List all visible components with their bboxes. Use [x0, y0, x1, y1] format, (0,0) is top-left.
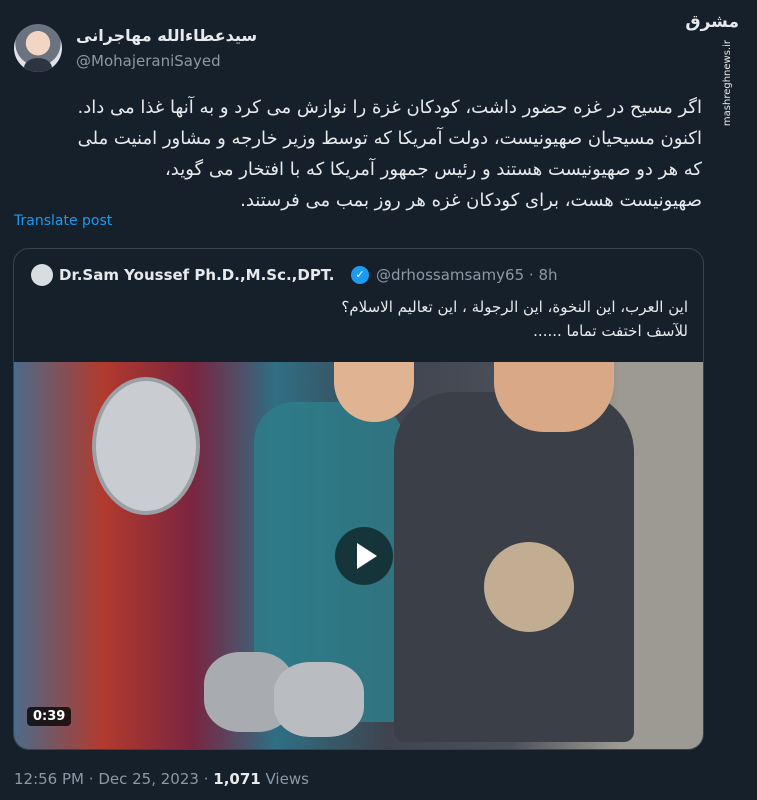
- quoted-text-line: للآسف اختفت تماما ......: [533, 322, 688, 340]
- tweet-text: اگر مسیح در غزه حضور داشت، کودکان غزة را…: [16, 92, 702, 216]
- quoted-text-line: اين العرب، اين النخوة، اين الرجولة ، اين…: [341, 298, 688, 316]
- video-player[interactable]: 0:39: [14, 362, 703, 749]
- video-duration: 0:39: [27, 707, 72, 726]
- teddy-bear-print: [484, 542, 574, 632]
- tweet: سیدعطاءالله مهاجرانی @MohajeraniSayed مش…: [0, 0, 757, 800]
- quoted-post-text: اين العرب، اين النخوة، اين الرجولة ، اين…: [26, 295, 688, 343]
- quoted-post-time[interactable]: 8h: [538, 266, 557, 284]
- pot-image: [274, 662, 364, 737]
- author-name[interactable]: سیدعطاءالله مهاجرانی: [76, 26, 257, 45]
- author-handle[interactable]: @MohajeraniSayed: [76, 52, 221, 70]
- watermark-url: mashreghnews.ir: [722, 40, 733, 127]
- quoted-post[interactable]: Dr.Sam Youssef Ph.D.,M.Sc.,DPT. ✓ @drhos…: [13, 248, 704, 750]
- author-avatar[interactable]: [14, 24, 62, 72]
- meta-separator: ·: [203, 770, 209, 788]
- watermark-logo: مشرق: [685, 12, 739, 32]
- meta-separator: ·: [528, 266, 534, 284]
- post-date[interactable]: Dec 25, 2023: [98, 770, 199, 788]
- tweet-text-line: اگر مسیح در غزه حضور داشت، کودکان غزة را…: [77, 97, 702, 118]
- post-time[interactable]: 12:56 PM: [14, 770, 84, 788]
- views-label: Views: [265, 770, 309, 788]
- watermark: مشرق mashreghnews.ir: [685, 0, 757, 130]
- tweet-text-line: صهیونیست هست، برای کودکان غزه هر روز بمب…: [240, 190, 702, 211]
- play-icon[interactable]: [335, 527, 393, 585]
- tweet-text-line: که هر دو صهیونیست هستند و رئیس جمهور آمر…: [164, 159, 702, 180]
- bowl-image: [92, 377, 200, 515]
- meta-separator: ·: [88, 770, 94, 788]
- verified-badge-icon: ✓: [351, 266, 369, 284]
- quoted-author-handle[interactable]: @drhossamsamy65: [376, 266, 524, 284]
- tweet-text-line: اکنون مسیحیان صهیونیست، دولت آمریکا که ت…: [77, 128, 702, 149]
- translate-post-link[interactable]: Translate post: [14, 213, 112, 229]
- post-meta: 12:56 PM · Dec 25, 2023 · 1,071 Views: [14, 770, 309, 788]
- quoted-author-name[interactable]: Dr.Sam Youssef Ph.D.,M.Sc.,DPT.: [59, 266, 334, 284]
- quoted-author-avatar[interactable]: [31, 264, 53, 286]
- quoted-author-meta: @drhossamsamy65 · 8h: [376, 266, 558, 284]
- views-count: 1,071: [213, 770, 261, 788]
